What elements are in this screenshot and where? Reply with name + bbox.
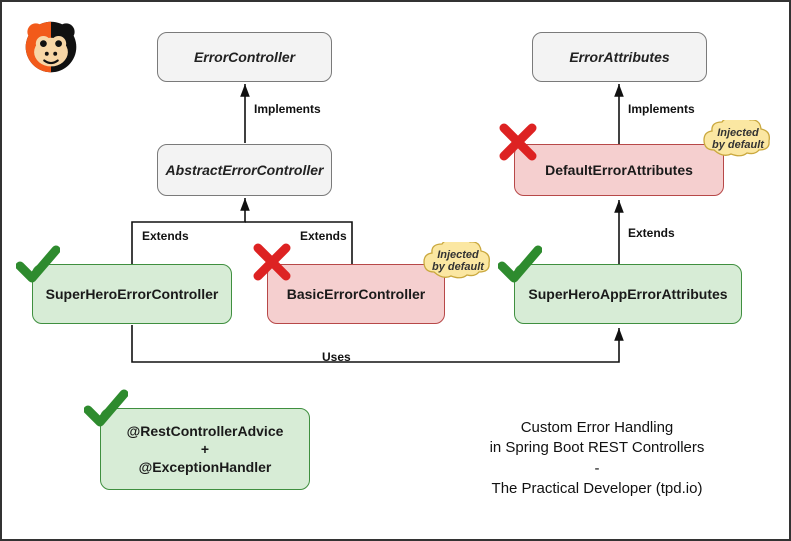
caption-line: - xyxy=(442,459,752,479)
node-basic-error-controller: BasicErrorController xyxy=(267,264,445,324)
edge-label-extends-3: Extends xyxy=(628,226,675,240)
edge-label-extends-2: Extends xyxy=(300,229,347,243)
check-icon xyxy=(16,242,60,291)
node-error-controller: ErrorController xyxy=(157,32,332,82)
cloud-text: Injected by default xyxy=(432,250,484,273)
edge-label-extends-1: Extends xyxy=(142,229,189,243)
node-advice-handler: @RestControllerAdvice + @ExceptionHandle… xyxy=(100,408,310,490)
cross-icon xyxy=(252,242,292,287)
cross-icon xyxy=(498,122,538,167)
diagram-canvas: ErrorController ErrorAttributes Implemen… xyxy=(0,0,791,541)
edge-label-uses: Uses xyxy=(322,350,351,364)
caption-line: The Practical Developer (tpd.io) xyxy=(442,479,752,499)
check-icon xyxy=(498,242,542,291)
node-superhero-app-error-attributes: SuperHeroAppErrorAttributes xyxy=(514,264,742,324)
node-abstract-error-controller: AbstractErrorController xyxy=(157,144,332,196)
cloud-annotation: Injected by default xyxy=(422,242,494,282)
node-superhero-error-controller: SuperHeroErrorController xyxy=(32,264,232,324)
cloud-text: Injected by default xyxy=(712,128,764,151)
node-error-attributes: ErrorAttributes xyxy=(532,32,707,82)
caption-line: in Spring Boot REST Controllers xyxy=(442,438,752,458)
node-default-error-attributes: DefaultErrorAttributes xyxy=(514,144,724,196)
edge-label-implements-2: Implements xyxy=(628,102,695,116)
edge-label-implements-1: Implements xyxy=(254,102,321,116)
diagram-caption: Custom Error Handling in Spring Boot RES… xyxy=(442,418,752,499)
check-icon xyxy=(84,386,128,435)
cloud-annotation: Injected by default xyxy=(702,120,774,160)
caption-line: Custom Error Handling xyxy=(442,418,752,438)
monkey-logo-icon xyxy=(24,20,78,74)
